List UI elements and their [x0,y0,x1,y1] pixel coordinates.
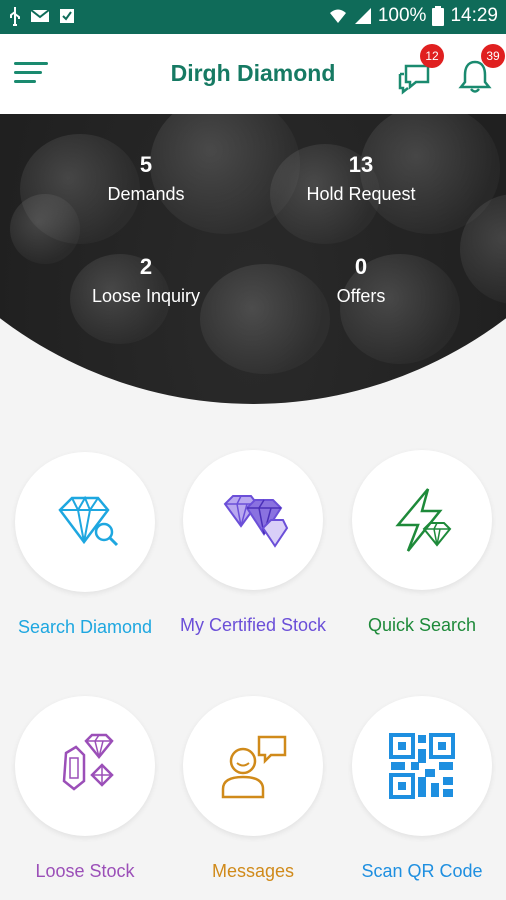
stat-value: 13 [348,152,374,177]
tile-circle [352,696,492,836]
stat-label: Offers [336,286,386,306]
stat-demands[interactable]: 5 Demands [46,152,246,205]
notification-badge: 39 [481,44,505,68]
signal-icon [354,8,371,24]
mail-icon [30,9,50,22]
tile-label: Loose Stock [35,861,135,881]
stats-panel: 5 Demands 13 Hold Request 2 Loose Inquir… [0,114,506,404]
tile-circle [352,450,492,590]
tile-label: Messages [211,861,295,881]
clock: 14:29 [450,5,498,26]
app-bar: Dirgh Diamond 12 39 [0,34,506,114]
tile-circle [183,450,323,590]
battery-percent: 100% [377,5,427,26]
tile-messages[interactable]: Messages [168,696,338,882]
notification-button[interactable]: 39 [455,44,505,96]
status-bar: 100% 14:29 [0,0,506,34]
stat-loose-inquiry[interactable]: 2 Loose Inquiry [46,254,246,307]
stat-value: 0 [354,254,368,279]
stat-hold-request[interactable]: 13 Hold Request [261,152,461,205]
tile-label: Search Diamond [17,617,153,637]
tile-label: My Certified Stock [179,615,327,635]
tile-circle [15,452,155,592]
stat-label: Hold Request [306,184,416,204]
stat-label: Loose Inquiry [91,286,201,306]
lightning-diamond-icon [395,488,452,552]
wifi-icon [329,9,346,23]
stat-value: 5 [139,152,153,177]
qr-code-icon [389,733,455,799]
certified-diamonds-icon [223,495,289,548]
person-chat-icon [221,735,287,799]
stat-label: Demands [107,184,185,204]
tile-my-certified-stock[interactable]: My Certified Stock [168,450,338,636]
stat-offers[interactable]: 0 Offers [261,254,461,307]
tile-loose-stock[interactable]: Loose Stock [0,696,170,882]
diamond-search-icon [58,495,119,547]
tile-label: Quick Search [367,615,477,635]
usb-icon [10,7,20,26]
tile-scan-qr-code[interactable]: Scan QR Code [337,696,506,882]
loose-gems-icon [62,733,114,791]
chat-badge: 12 [420,44,444,68]
tile-quick-search[interactable]: Quick Search [337,450,506,636]
battery-icon [432,6,445,26]
status-notification-icons [8,6,76,26]
tile-circle [15,696,155,836]
chat-button[interactable]: 12 [394,44,444,96]
tile-label: Scan QR Code [361,861,483,881]
stat-value: 2 [139,254,153,279]
download-done-icon [60,9,74,23]
tile-circle [183,696,323,836]
status-system-icons: 100% 14:29 [328,5,498,27]
tile-search-diamond[interactable]: Search Diamond [0,452,170,638]
